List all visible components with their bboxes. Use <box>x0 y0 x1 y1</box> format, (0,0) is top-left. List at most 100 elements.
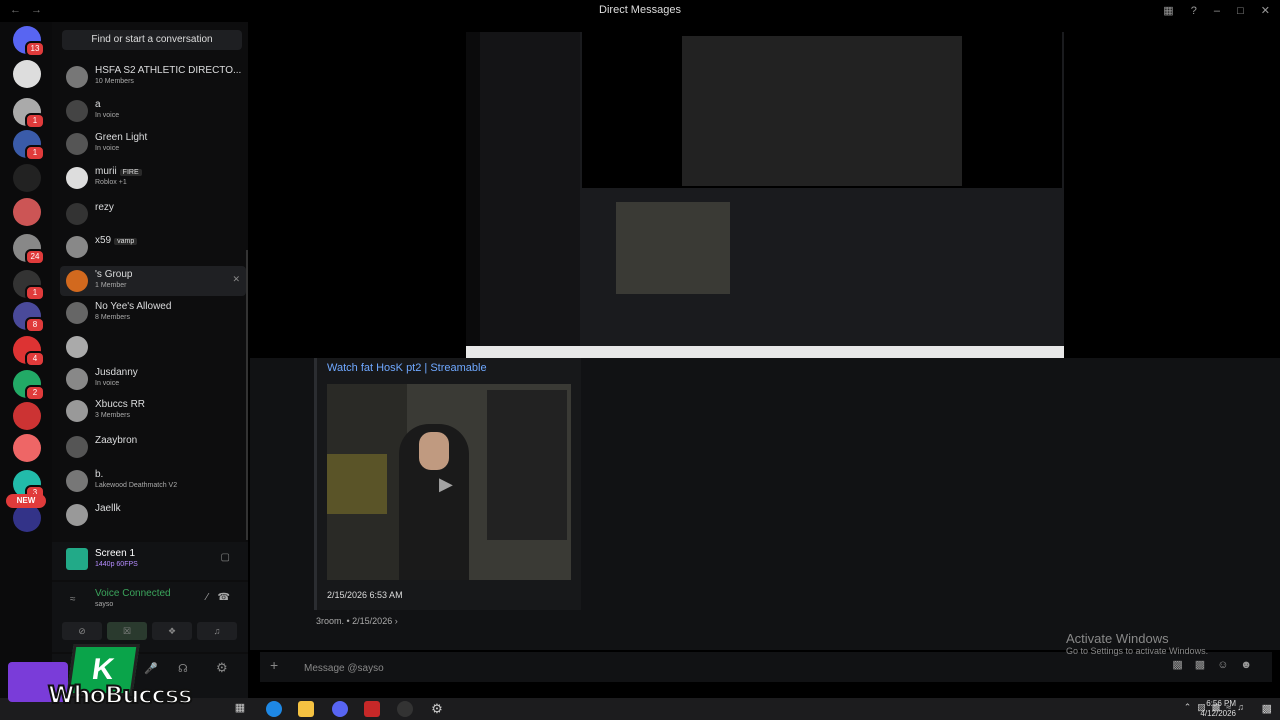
server-icon[interactable]: 8 <box>13 302 45 333</box>
noise-suppression-icon[interactable]: ⁄ <box>206 592 208 603</box>
dm-name-text: Green Light <box>95 132 148 143</box>
reply-info[interactable]: 3room. • 2/15/2026 › <box>316 616 398 626</box>
embed-link[interactable]: Watch fat HosK pt2 | Streamable <box>327 362 487 374</box>
server-icon[interactable] <box>13 60 41 88</box>
server-icon[interactable] <box>13 504 41 532</box>
voice-status[interactable]: Voice Connected <box>95 588 171 599</box>
activate-title: Activate Windows <box>1066 631 1169 646</box>
soundboard-icon[interactable]: ♫ <box>197 622 237 640</box>
disconnect-icon[interactable]: ☎ <box>218 592 230 603</box>
dm-item[interactable]: No Yee's Allowed 8 Members <box>60 298 246 328</box>
inbox-icon[interactable]: ▦ <box>1163 5 1173 17</box>
embed-video[interactable]: ▶ <box>327 384 571 580</box>
dm-item[interactable]: x59 vamp <box>60 232 246 262</box>
signal-icon[interactable]: ≈ <box>70 594 76 605</box>
file-explorer-icon[interactable] <box>298 701 314 717</box>
dm-name: Xbuccs RR <box>95 399 145 410</box>
mention-badge: 24 <box>25 249 45 265</box>
close-dm-icon[interactable]: ✕ <box>232 274 240 285</box>
close-icon[interactable]: ✕ <box>1261 5 1270 17</box>
edge-icon[interactable] <box>266 701 282 717</box>
composer-actions[interactable]: ▩▩☺☻ <box>1172 658 1264 671</box>
preview-dm-list <box>480 32 580 348</box>
clock[interactable]: 6:56 PM 4/12/2026 <box>1200 699 1236 719</box>
video-menu-overlay <box>487 390 567 540</box>
dm-item[interactable]: Jusdanny In voice <box>60 364 246 394</box>
server-icon[interactable] <box>13 434 41 462</box>
play-icon[interactable]: ▶ <box>439 474 453 495</box>
help-icon[interactable]: ? <box>1191 5 1197 17</box>
mention-badge: 8 <box>25 317 45 333</box>
server-icon[interactable] <box>13 164 41 192</box>
avatar <box>66 368 88 390</box>
notification-icon[interactable]: ▩ <box>1262 702 1272 715</box>
dm-subtitle: 8 Members <box>95 314 131 321</box>
video-face <box>419 432 449 470</box>
dm-name-text: b. <box>95 469 104 480</box>
dm-name: HSFA S2 ATHLETIC DIRECTO... <box>95 65 241 76</box>
message-input[interactable] <box>302 657 906 679</box>
task-view-icon[interactable]: ▦ <box>232 701 248 717</box>
dm-subtitle: 1 Member <box>95 282 127 289</box>
windows-taskbar: ▦ ⚙ ⌃▨▩≈♫ 6:56 PM 4/12/2026 ▩ <box>0 698 1280 720</box>
server-icon[interactable]: 1 <box>13 130 45 161</box>
dm-item[interactable]: rezy <box>60 199 246 229</box>
avatar <box>66 203 88 225</box>
preview-nested-screen <box>582 32 1062 188</box>
server-icon[interactable]: 4 <box>13 336 45 367</box>
dm-subtitle: Roblox +1 <box>95 179 127 186</box>
dm-name-text: Jusdanny <box>95 367 138 378</box>
server-icon[interactable]: 13 <box>13 26 45 57</box>
video-off-icon[interactable]: ⊘ <box>62 622 102 640</box>
dm-name-text: Zaaybron <box>95 435 138 446</box>
dm-item[interactable]: 's Group 1 Member ✕ <box>60 266 246 296</box>
window-title: Direct Messages <box>599 4 681 16</box>
screen-share-panel: Screen 1 1440p 60FPS ▢ <box>52 542 248 580</box>
voice-user: sayso <box>95 601 114 608</box>
mention-badge: 1 <box>25 285 45 301</box>
screen-share-popout-icon[interactable]: ▢ <box>221 552 230 563</box>
maximize-icon[interactable]: □ <box>1237 5 1244 17</box>
dm-item[interactable]: Green Light In voice <box>60 129 246 159</box>
avatar <box>66 400 88 422</box>
settings-icon[interactable]: ⚙ <box>429 701 445 717</box>
server-icon[interactable] <box>13 402 41 430</box>
headphones-icon[interactable]: ☊ <box>178 662 188 675</box>
dm-name-text: HSFA S2 ATHLETIC DIRECTO... <box>95 65 242 76</box>
server-list: 13 1 1 24 1 8 4 2 3 <box>0 22 52 698</box>
obs-icon[interactable] <box>397 701 413 717</box>
search-input[interactable]: Find or start a conversation <box>62 30 242 50</box>
dm-item[interactable]: b. Lakewood Deathmatch V2 <box>60 466 246 496</box>
server-icon[interactable]: 1 <box>13 98 45 129</box>
stop-stream-icon[interactable]: ☒ <box>107 622 147 640</box>
clock-date: 4/12/2026 <box>1200 709 1236 718</box>
dm-item[interactable]: a In voice <box>60 96 246 126</box>
dm-item[interactable]: HSFA S2 ATHLETIC DIRECTO... 10 Members <box>60 62 246 92</box>
server-icon[interactable]: 24 <box>13 234 45 265</box>
voice-panel: ≈ Voice Connected sayso ⁄ ☎ ⊘ ☒ ❖ ♫ <box>52 582 248 652</box>
dm-subtitle: Lakewood Deathmatch V2 <box>95 482 178 489</box>
avatar <box>66 66 88 88</box>
app-icon[interactable] <box>364 701 380 717</box>
dm-item[interactable]: Jaellk <box>60 500 246 530</box>
add-attachment-icon[interactable]: + <box>270 657 278 673</box>
dm-item[interactable]: murii FIRE Roblox +1 <box>60 163 246 193</box>
dm-item[interactable] <box>60 332 246 362</box>
minimize-icon[interactable]: – <box>1214 5 1220 17</box>
dm-name: 's Group <box>95 269 132 280</box>
dm-name: Green Light <box>95 132 147 143</box>
dm-name: Zaaybron <box>95 435 137 446</box>
dm-scrollbar[interactable] <box>246 250 248 540</box>
dm-tag: FIRE <box>119 169 142 176</box>
settings-gear-icon[interactable]: ⚙ <box>216 660 228 676</box>
mic-icon[interactable]: 🎤 <box>144 662 158 675</box>
server-icon[interactable]: 2 <box>13 370 45 401</box>
server-icon[interactable]: 1 <box>13 270 45 301</box>
mention-badge: 13 <box>25 41 45 57</box>
dm-item[interactable]: Xbuccs RR 3 Members <box>60 396 246 426</box>
activities-icon[interactable]: ❖ <box>152 622 192 640</box>
dm-item[interactable]: Zaaybron <box>60 432 246 462</box>
avatar <box>66 504 88 526</box>
server-icon[interactable] <box>13 198 41 226</box>
discord-taskbar-icon[interactable] <box>332 701 348 717</box>
